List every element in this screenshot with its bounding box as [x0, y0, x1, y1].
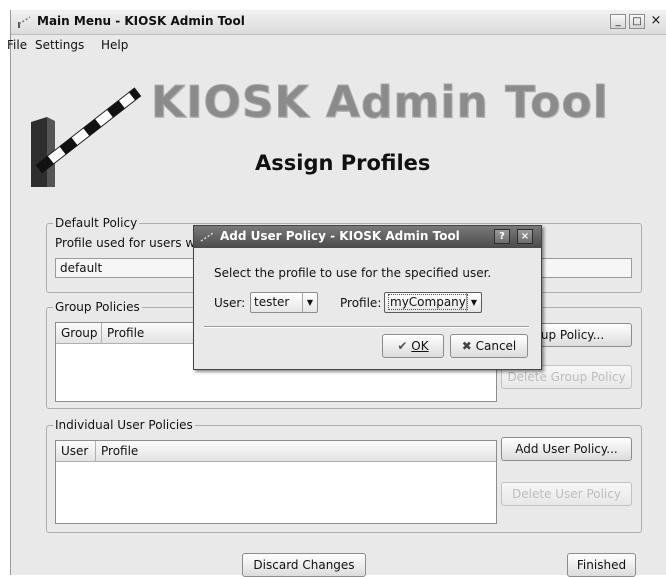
menu-help[interactable]: Help — [101, 38, 128, 52]
profile-combobox-value: myCompany — [388, 294, 468, 310]
cancel-label: Cancel — [475, 339, 517, 353]
column-user[interactable]: User — [56, 441, 96, 461]
default-policy-description: Profile used for users wit — [55, 236, 204, 250]
kiosk-barrier-logo — [31, 87, 142, 187]
user-policies-list[interactable]: User Profile — [55, 440, 497, 524]
dialog-prompt: Select the profile to use for the specif… — [214, 266, 492, 280]
user-policies-group: Individual User Policies User Profile Ad… — [46, 418, 642, 533]
user-policies-title: Individual User Policies — [53, 418, 195, 432]
ok-button[interactable]: ✔ OK — [382, 334, 444, 358]
column-group[interactable]: Group — [56, 323, 102, 343]
minimize-button[interactable]: _ — [610, 14, 626, 29]
default-policy-title: Default Policy — [53, 216, 140, 230]
finished-button[interactable]: Finished — [567, 553, 636, 577]
dialog-close-button[interactable]: × — [517, 229, 533, 244]
group-policies-title: Group Policies — [53, 300, 142, 314]
add-user-policy-dialog: Add User Policy - KIOSK Admin Tool ? × S… — [193, 225, 542, 370]
user-combobox-value: tester — [254, 295, 290, 309]
cancel-button[interactable]: ✖ Cancel — [450, 334, 528, 358]
user-label: User: — [214, 296, 246, 310]
page-title: Assign Profiles — [255, 151, 431, 175]
chevron-down-icon[interactable]: ▼ — [302, 293, 317, 312]
kiosk-app-icon — [200, 232, 214, 242]
menu-bar: File Settings Help — [7, 35, 666, 55]
dialog-title-bar[interactable]: Add User Policy - KIOSK Admin Tool ? × — [194, 226, 541, 248]
kiosk-app-icon — [18, 16, 31, 28]
dialog-separator — [204, 326, 529, 328]
close-button[interactable]: × — [649, 14, 663, 29]
dialog-title: Add User Policy - KIOSK Admin Tool — [220, 229, 460, 243]
user-combobox[interactable]: tester ▼ — [250, 292, 318, 313]
discard-changes-button[interactable]: Discard Changes — [242, 553, 366, 577]
user-list-header: User Profile — [56, 441, 496, 462]
profile-label: Profile: — [340, 296, 382, 310]
checkmark-icon: ✔ — [397, 339, 408, 353]
title-bar[interactable]: Main Menu - KIOSK Admin Tool _ □ × — [11, 10, 666, 35]
window-title: Main Menu - KIOSK Admin Tool — [37, 14, 245, 28]
profile-combobox[interactable]: myCompany ▼ — [384, 292, 482, 313]
chevron-down-icon[interactable]: ▼ — [466, 293, 481, 312]
menu-file[interactable]: File — [7, 38, 27, 52]
maximize-button[interactable]: □ — [629, 14, 645, 29]
menu-settings[interactable]: Settings — [35, 38, 84, 52]
help-button[interactable]: ? — [494, 229, 510, 244]
ok-label: OK — [411, 339, 429, 353]
column-profile[interactable]: Profile — [96, 441, 498, 461]
cancel-x-icon: ✖ — [461, 339, 472, 353]
app-logo-title: KIOSK Admin Tool — [151, 77, 609, 129]
delete-user-policy-button[interactable]: Delete User Policy — [501, 482, 632, 506]
add-user-policy-button[interactable]: Add User Policy... — [501, 437, 632, 461]
